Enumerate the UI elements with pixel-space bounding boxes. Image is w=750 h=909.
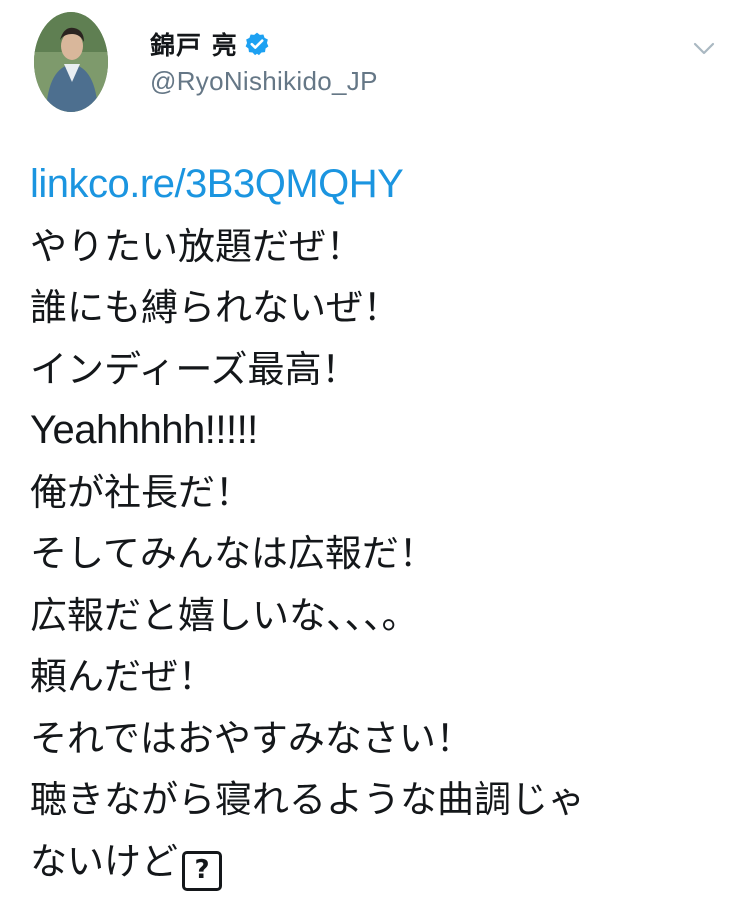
tweet-line-last: ないけど? <box>30 831 730 893</box>
tweet-line-text: ないけど <box>30 839 178 883</box>
chevron-down-icon[interactable] <box>690 34 718 62</box>
display-name[interactable]: 錦戸 亮 <box>150 26 238 62</box>
tweet-line: そしてみんなは広報だ！ <box>30 532 436 575</box>
missing-glyph-icon: ? <box>182 850 222 891</box>
tweet-line: 誰にも縛られないぜ！ <box>30 286 400 329</box>
avatar[interactable] <box>34 12 108 112</box>
display-name-row: 錦戸 亮 <box>150 26 378 62</box>
tweet-line: それではおやすみなさい！ <box>30 716 473 760</box>
tweet-line: 頼んだぜ！ <box>30 655 215 698</box>
tweet-link[interactable]: linkco.re/3B3QMQHY <box>30 162 404 206</box>
tweet-line: Yeahhhhh!!!!! <box>30 408 258 452</box>
tweet-text: linkco.re/3B3QMQHY やりたい放題だぜ！ 誰にも縛られないぜ！ … <box>30 154 730 892</box>
author-names: 錦戸 亮 @RyoNishikido_JP <box>150 26 378 97</box>
tweet-line: 俺が社長だ！ <box>30 470 252 514</box>
tweet-line: 広報だと嬉しいな、、、。 <box>30 593 419 637</box>
author-handle[interactable]: @RyoNishikido_JP <box>150 66 378 97</box>
tweet-header: 錦戸 亮 @RyoNishikido_JP <box>34 12 726 117</box>
tweet-line: linkco.re/3B3QMQHY <box>30 154 730 216</box>
tweet-card: 錦戸 亮 @RyoNishikido_JP linkco.re/3B3QMQHY… <box>0 0 750 909</box>
tweet-line: インディーズ最高！ <box>30 347 359 391</box>
verified-badge-icon <box>244 31 270 57</box>
tweet-line: 聴きながら寝れるような曲調じゃ <box>30 778 585 821</box>
tweet-line: やりたい放題だぜ！ <box>30 224 363 268</box>
